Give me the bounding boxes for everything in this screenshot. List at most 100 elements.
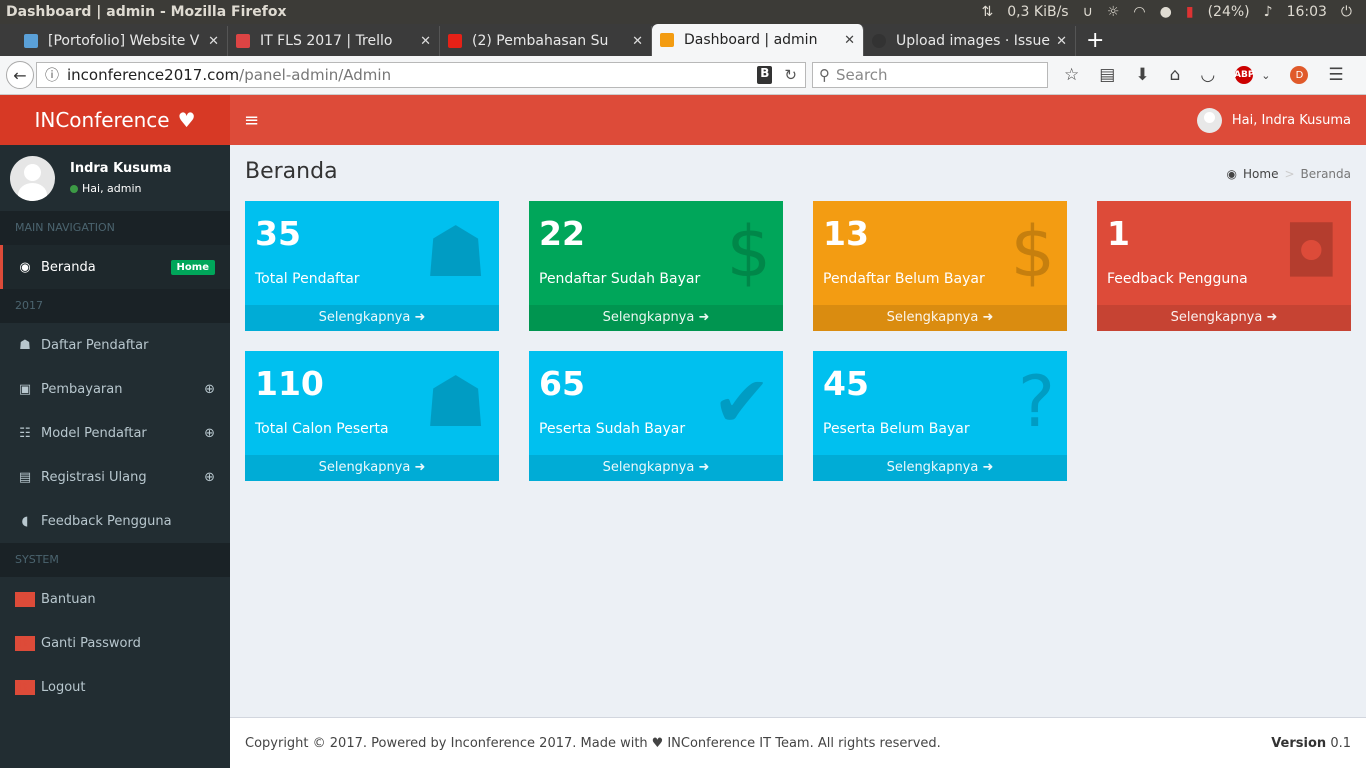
check-circle-icon: ✔ [712,361,771,443]
new-tab-icon[interactable]: + [1076,26,1114,56]
sidebar-item-ganti-password[interactable]: ⚿ Ganti Password [0,621,230,665]
duckduckgo-icon[interactable]: D [1290,66,1309,84]
comments-icon: ◘ [1283,211,1339,293]
app-logo[interactable]: INConference ♥ [0,95,230,145]
close-icon[interactable]: ✕ [208,34,219,49]
footer: Copyright © 2017. Powered by Inconferenc… [230,717,1366,768]
sidebar-item-bantuan[interactable]: ? Bantuan [0,577,230,621]
clock[interactable]: 16:03 [1287,4,1327,20]
tab-favicon [24,34,38,48]
tab-dashboard[interactable]: Dashboard | admin ✕ [652,24,864,56]
heart-icon: ♥ [177,108,196,132]
reload-icon[interactable]: ↻ [784,66,797,84]
chevron-down-icon[interactable]: ⌄ [1261,69,1270,82]
sidebar-item-registrasi-ulang[interactable]: ▤ Registrasi Ulang ⊕ [0,455,230,499]
comment-icon: ◖ [21,513,29,529]
tab-portofolio[interactable]: [Portofolio] Website V ✕ [16,26,228,56]
sidebar-header-year: 2017 [0,289,230,323]
close-icon[interactable]: ✕ [1056,34,1067,49]
hamburger-menu-icon[interactable]: ≡ [244,110,259,131]
page-title: Beranda [245,159,338,184]
tab-favicon [660,33,674,47]
close-icon[interactable]: ✕ [632,34,643,49]
sidebar-item-model-pendaftar[interactable]: ☷ Model Pendaftar ⊕ [0,411,230,455]
sidebar: Indra Kusuma Hai, admin MAIN NAVIGATION ◉… [0,145,230,768]
version-info: Version 0.1 [1271,735,1351,751]
question-icon: ? [15,591,35,607]
copyright-text: Copyright © 2017. Powered by Inconferenc… [245,735,648,751]
download-icon[interactable]: ⬇ [1135,65,1149,85]
expand-icon[interactable]: ⊕ [204,470,215,485]
tab-favicon [448,34,462,48]
sidebar-item-pembayaran[interactable]: ▣ Pembayaran ⊕ [0,367,230,411]
avatar [1196,107,1222,133]
money-icon: ▣ [18,381,32,397]
dashboard-icon: ◉ [19,259,31,275]
menu-icon[interactable]: ☰ [1328,65,1343,85]
main-content: Beranda ◉ Home > Beranda 35 Total Pendaf… [230,145,1366,718]
user-icon: ☗ [424,361,487,443]
question-circle-icon: ? [1017,361,1055,443]
bulb-icon[interactable]: ☼ [1107,4,1120,20]
chat-icon[interactable]: ● [1160,4,1172,20]
more-info-link[interactable]: Selengkapnya ➜ [529,455,783,481]
home-icon[interactable]: ⌂ [1170,65,1181,85]
browser-tab-bar: [Portofolio] Website V ✕ IT FLS 2017 | Tr… [0,24,1366,56]
online-status-icon [70,184,78,193]
sidebar-header-main: MAIN NAVIGATION [0,211,230,245]
stat-box-peserta-belum-bayar: 45 Peserta Belum Bayar ? Selengkapnya ➜ [813,351,1067,481]
search-input[interactable]: ⚲ Search [812,62,1048,88]
arrow-circle-right-icon: ➜ [698,310,710,325]
tab-github[interactable]: Upload images · Issue # ✕ [864,26,1076,56]
more-info-link[interactable]: Selengkapnya ➜ [813,305,1067,331]
power-icon[interactable]: ⏻ [1341,4,1352,20]
sidebar-header-system: SYSTEM [0,543,230,577]
more-info-link[interactable]: Selengkapnya ➜ [245,455,499,481]
user-menu[interactable]: Hai, Indra Kusuma [1196,107,1366,133]
more-info-link[interactable]: Selengkapnya ➜ [245,305,499,331]
battery-icon[interactable]: ▮ [1186,4,1194,20]
pocket-icon[interactable]: ◡ [1200,65,1215,85]
tab-trello[interactable]: IT FLS 2017 | Trello ✕ [228,26,440,56]
sidebar-item-logout[interactable]: ⚿ Logout [0,665,230,709]
url-path: /panel-admin/Admin [239,66,392,84]
more-info-link[interactable]: Selengkapnya ➜ [1097,305,1351,331]
bootstrap-icon[interactable]: B [757,66,773,84]
user-status: Hai, admin [82,182,142,195]
volume-icon[interactable]: ♪ [1264,4,1273,20]
close-icon[interactable]: ✕ [420,34,431,49]
sidebar-item-daftar-pendaftar[interactable]: ☗ Daftar Pendaftar [0,323,230,367]
ubuntu-one-icon[interactable]: ∪ [1083,4,1093,20]
expand-icon[interactable]: ⊕ [204,382,215,397]
reading-list-icon[interactable]: ▤ [1099,65,1115,85]
more-info-link[interactable]: Selengkapnya ➜ [813,455,1067,481]
breadcrumb-separator: > [1284,167,1295,181]
user-plus-icon: ☗ [424,211,487,293]
expand-icon[interactable]: ⊕ [204,426,215,441]
sidebar-item-feedback[interactable]: ◖ Feedback Pengguna [0,499,230,543]
close-icon[interactable]: ✕ [844,33,855,48]
url-bar[interactable]: ⓘ inconference2017.com/panel-admin/Admin… [36,62,806,88]
sidebar-item-beranda[interactable]: ◉ Beranda Home [0,245,230,289]
adblock-icon[interactable]: ABP [1234,66,1254,84]
dashboard-icon: ◉ [1226,167,1238,181]
heart-icon: ♥ [651,735,664,751]
tab-youtube[interactable]: (2) Pembahasan Su ✕ [440,26,652,56]
bookmark-star-icon[interactable]: ☆ [1064,65,1079,85]
arrow-circle-right-icon: ➜ [982,310,994,325]
stat-box-pendaftar-belum-bayar: 13 Pendaftar Belum Bayar $ Selengkapnya … [813,201,1067,331]
money-icon: $ [1010,211,1055,293]
more-info-link[interactable]: Selengkapnya ➜ [529,305,783,331]
info-icon[interactable]: ⓘ [45,65,59,85]
home-badge: Home [170,259,215,275]
wifi-icon[interactable]: ◠ [1133,4,1145,20]
top-navbar: ≡ Hai, Indra Kusuma [230,95,1366,145]
breadcrumb-home[interactable]: Home [1243,167,1278,181]
stat-box-total-pendaftar: 35 Total Pendaftar ☗ Selengkapnya ➜ [245,201,499,331]
user-name: Indra Kusuma [70,161,172,176]
avatar [10,155,55,201]
search-icon: ⚲ [819,66,830,84]
arrow-circle-right-icon: ➜ [698,460,710,475]
network-transfer-icon[interactable]: ⇅ [981,4,993,20]
back-arrow-icon[interactable]: ← [6,61,34,89]
